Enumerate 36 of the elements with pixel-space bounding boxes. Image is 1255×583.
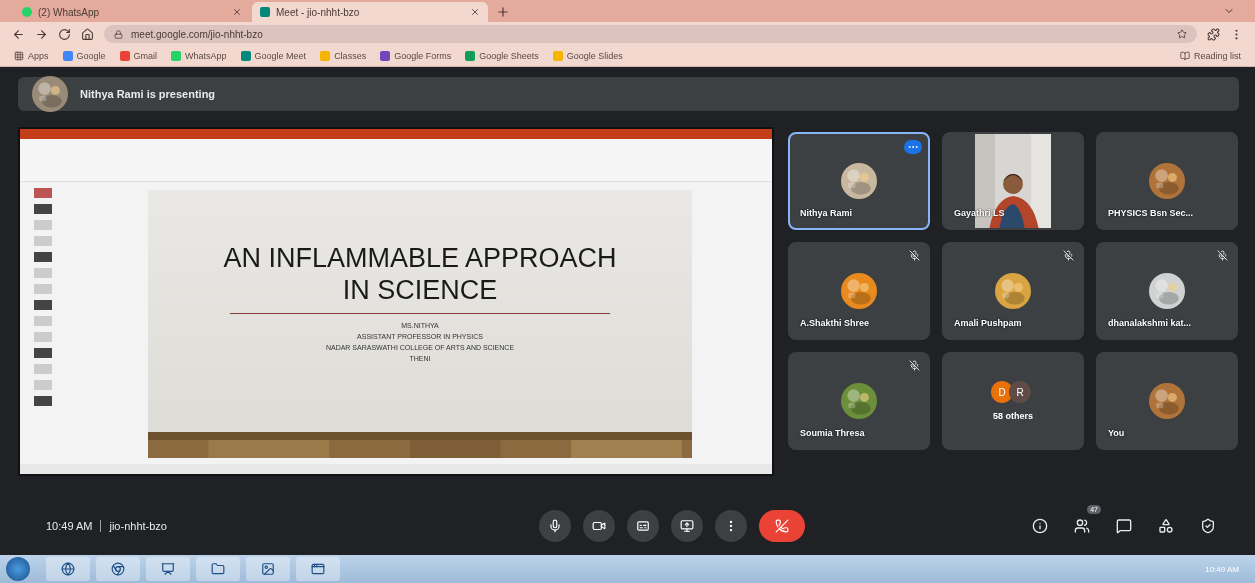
bookmark-link[interactable]: Google Sheets [465,51,539,61]
bookmark-link[interactable]: Gmail [119,51,158,61]
bookmark-link[interactable]: Google Slides [552,51,623,61]
address-field[interactable]: meet.google.com/jio-nhht-bzo [104,25,1197,43]
participant-name: 58 others [993,411,1033,421]
bookmark-link[interactable]: Google Forms [380,51,452,61]
taskbar-clock: 10:49 AM [1205,564,1239,574]
participant-name: dhanalakshmi kat... [1108,318,1192,328]
initial-avatar: R [1009,381,1031,403]
bookmark-link[interactable]: Apps [14,51,49,61]
reading-list-link[interactable]: Reading list [1179,51,1241,61]
browser-tab[interactable]: Meet - jio-nhht-bzo [252,2,488,22]
participant-tile[interactable]: dhanalakshmi kat... [1096,242,1238,340]
bookmark-link[interactable]: WhatsApp [171,51,227,61]
participant-tile[interactable]: You [1096,352,1238,450]
participant-name: Nithya Rami [800,208,852,218]
participant-tile[interactable]: Soumia Thresa [788,352,930,450]
participant-name: Amali Pushpam [954,318,1022,328]
bookmark-link[interactable]: Classes [320,51,367,61]
browser-tab[interactable]: (2) WhatsApp [14,2,250,22]
participant-tile[interactable]: PHYSICS Bsn Sec... [1096,132,1238,230]
participant-name: A.Shakthi Shree [800,318,870,328]
participant-name: PHYSICS Bsn Sec... [1108,208,1194,218]
presenting-text: Nithya Rami is presenting [80,88,216,100]
initial-avatar: D [991,381,1013,403]
participant-tile[interactable]: D R 58 others [942,352,1084,450]
slide-title: AN INFLAMMABLE APPROACH IN SCIENCE [222,242,618,307]
participant-name: You [1108,428,1125,438]
participant-name: Soumia Thresa [800,428,865,438]
meeting-code: jio-nhht-bzo [109,520,167,532]
bookmark-link[interactable]: Google Meet [240,51,307,61]
participant-tile[interactable]: A.Shakthi Shree [788,242,930,340]
bookmark-link[interactable]: Google [62,51,106,61]
meeting-time: 10:49 AM [46,520,93,532]
participant-tile[interactable]: Amali Pushpam [942,242,1084,340]
participant-tile[interactable]: Nithya Rami [788,132,930,230]
